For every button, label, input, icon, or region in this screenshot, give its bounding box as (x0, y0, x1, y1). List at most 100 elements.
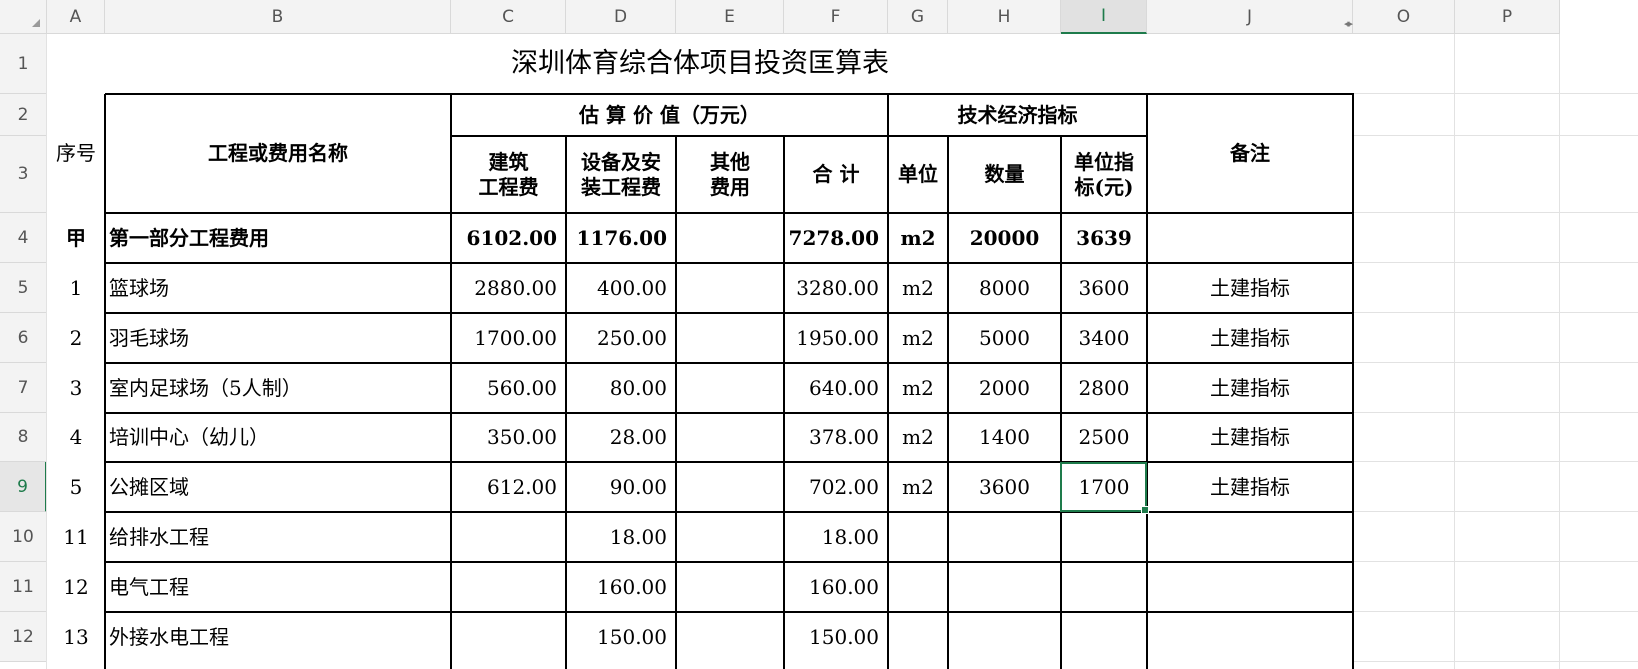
row-header-7[interactable]: 7 (0, 363, 47, 413)
cell-name[interactable]: 羽毛球场 (105, 313, 451, 363)
column-header-j[interactable]: J (1147, 0, 1353, 34)
cell-equip-cost[interactable]: 400.00 (566, 263, 676, 313)
column-header-b[interactable]: B (105, 0, 451, 34)
row-header-6[interactable]: 6 (0, 313, 47, 363)
cell-name[interactable]: 第一部分工程费用 (105, 213, 451, 263)
header-remark[interactable]: 备注 (1147, 94, 1353, 213)
cell-build-cost[interactable]: 612.00 (451, 462, 566, 512)
column-header-e[interactable]: E (676, 0, 784, 34)
header-tech-group[interactable]: 技术经济指标 (888, 94, 1147, 136)
cell-seq[interactable]: 11 (47, 512, 105, 562)
header-unit[interactable]: 单位 (888, 136, 948, 213)
cell-unit[interactable]: m2 (888, 213, 948, 263)
column-header-c[interactable]: C (451, 0, 566, 34)
cell-unit-index[interactable]: 2800 (1061, 363, 1147, 413)
cell-build-cost[interactable]: 2880.00 (451, 263, 566, 313)
cell-remark[interactable]: 土建指标 (1147, 413, 1353, 462)
cell-remark[interactable] (1147, 562, 1353, 612)
cell-build-cost[interactable]: 1700.00 (451, 313, 566, 363)
cell-seq[interactable]: 3 (47, 363, 105, 413)
cell-remark[interactable] (1147, 612, 1353, 662)
cell-unit[interactable]: m2 (888, 462, 948, 512)
header-build-cost[interactable]: 建筑 工程费 (451, 136, 566, 213)
cell-other-cost[interactable] (676, 562, 784, 612)
cell-qty[interactable] (948, 612, 1061, 662)
header-estimate-group[interactable]: 估 算 价 值（万元） (451, 94, 888, 136)
fill-handle[interactable] (1141, 506, 1149, 514)
cell-other-cost[interactable] (676, 313, 784, 363)
column-header-o[interactable]: O (1353, 0, 1455, 34)
cell-qty[interactable]: 8000 (948, 263, 1061, 313)
cell-other-cost[interactable] (676, 612, 784, 662)
cell-qty[interactable]: 2000 (948, 363, 1061, 413)
cell-total[interactable]: 160.00 (784, 562, 888, 612)
cell-equip-cost[interactable]: 150.00 (566, 612, 676, 662)
cell-equip-cost[interactable]: 160.00 (566, 562, 676, 612)
cell-equip-cost[interactable]: 250.00 (566, 313, 676, 363)
cell-equip-cost[interactable]: 18.00 (566, 512, 676, 562)
cell-seq[interactable]: 4 (47, 413, 105, 462)
cell-unit-index[interactable]: 3600 (1061, 263, 1147, 313)
cell-total[interactable]: 3280.00 (784, 263, 888, 313)
select-all-corner[interactable] (0, 0, 47, 34)
cell-qty[interactable]: 1400 (948, 413, 1061, 462)
header-total[interactable]: 合 计 (784, 136, 888, 213)
cell-name[interactable]: 培训中心（幼儿） (105, 413, 451, 462)
cell-unit[interactable]: m2 (888, 313, 948, 363)
cell-build-cost[interactable]: 6102.00 (451, 213, 566, 263)
cell-equip-cost[interactable]: 90.00 (566, 462, 676, 512)
column-header-f[interactable]: F (784, 0, 888, 34)
cell-build-cost[interactable]: 350.00 (451, 413, 566, 462)
cell-other-cost[interactable] (676, 413, 784, 462)
column-header-p[interactable]: P (1455, 0, 1560, 34)
cell-remark[interactable]: 土建指标 (1147, 462, 1353, 512)
header-seq[interactable]: 序号 (47, 94, 105, 213)
cell-other-cost[interactable] (676, 263, 784, 313)
cell-build-cost[interactable] (451, 562, 566, 612)
cell-other-cost[interactable] (676, 363, 784, 413)
column-splitter-icon[interactable]: ◂▸ (1344, 17, 1353, 30)
column-header-i[interactable]: I (1061, 0, 1147, 34)
cell-seq[interactable]: 2 (47, 313, 105, 363)
header-name[interactable]: 工程或费用名称 (105, 94, 451, 213)
cell-remark[interactable]: 土建指标 (1147, 263, 1353, 313)
header-other-cost[interactable]: 其他 费用 (676, 136, 784, 213)
cell-total[interactable]: 702.00 (784, 462, 888, 512)
column-header-a[interactable]: A (47, 0, 105, 34)
row-header-10[interactable]: 10 (0, 512, 47, 562)
cell-total[interactable]: 7278.00 (784, 213, 888, 263)
cell-other-cost[interactable] (676, 512, 784, 562)
cell-name[interactable]: 篮球场 (105, 263, 451, 313)
row-header-4[interactable]: 4 (0, 213, 47, 263)
cell-build-cost[interactable] (451, 612, 566, 662)
cell-seq[interactable]: 5 (47, 462, 105, 512)
row-header-9[interactable]: 9 (0, 462, 47, 512)
header-equip-cost[interactable]: 设备及安 装工程费 (566, 136, 676, 213)
cell-unit-index[interactable] (1061, 562, 1147, 612)
cell-name[interactable]: 给排水工程 (105, 512, 451, 562)
header-unit-index[interactable]: 单位指 标(元) (1061, 136, 1147, 213)
cell-total[interactable]: 378.00 (784, 413, 888, 462)
cell-build-cost[interactable] (451, 512, 566, 562)
column-header-g[interactable]: G (888, 0, 948, 34)
cell-qty[interactable] (948, 512, 1061, 562)
cell-unit-index[interactable]: 3639 (1061, 213, 1147, 263)
cell-name[interactable]: 室内足球场（5人制） (105, 363, 451, 413)
cell-unit-index[interactable] (1061, 512, 1147, 562)
cell-unit[interactable] (888, 562, 948, 612)
cell-unit-index[interactable]: 2500 (1061, 413, 1147, 462)
row-header-5[interactable]: 5 (0, 263, 47, 313)
cell-qty[interactable]: 3600 (948, 462, 1061, 512)
cell-qty[interactable] (948, 562, 1061, 612)
cell-name[interactable]: 电气工程 (105, 562, 451, 612)
cell-equip-cost[interactable]: 1176.00 (566, 213, 676, 263)
cell-remark[interactable]: 土建指标 (1147, 313, 1353, 363)
selected-cell-outline[interactable] (1060, 462, 1149, 514)
cell-total[interactable]: 640.00 (784, 363, 888, 413)
cell-equip-cost[interactable]: 28.00 (566, 413, 676, 462)
cell-remark[interactable]: 土建指标 (1147, 363, 1353, 413)
cell-equip-cost[interactable]: 80.00 (566, 363, 676, 413)
cell-name[interactable]: 公摊区域 (105, 462, 451, 512)
cell-unit-index[interactable]: 3400 (1061, 313, 1147, 363)
row-header-11[interactable]: 11 (0, 562, 47, 612)
